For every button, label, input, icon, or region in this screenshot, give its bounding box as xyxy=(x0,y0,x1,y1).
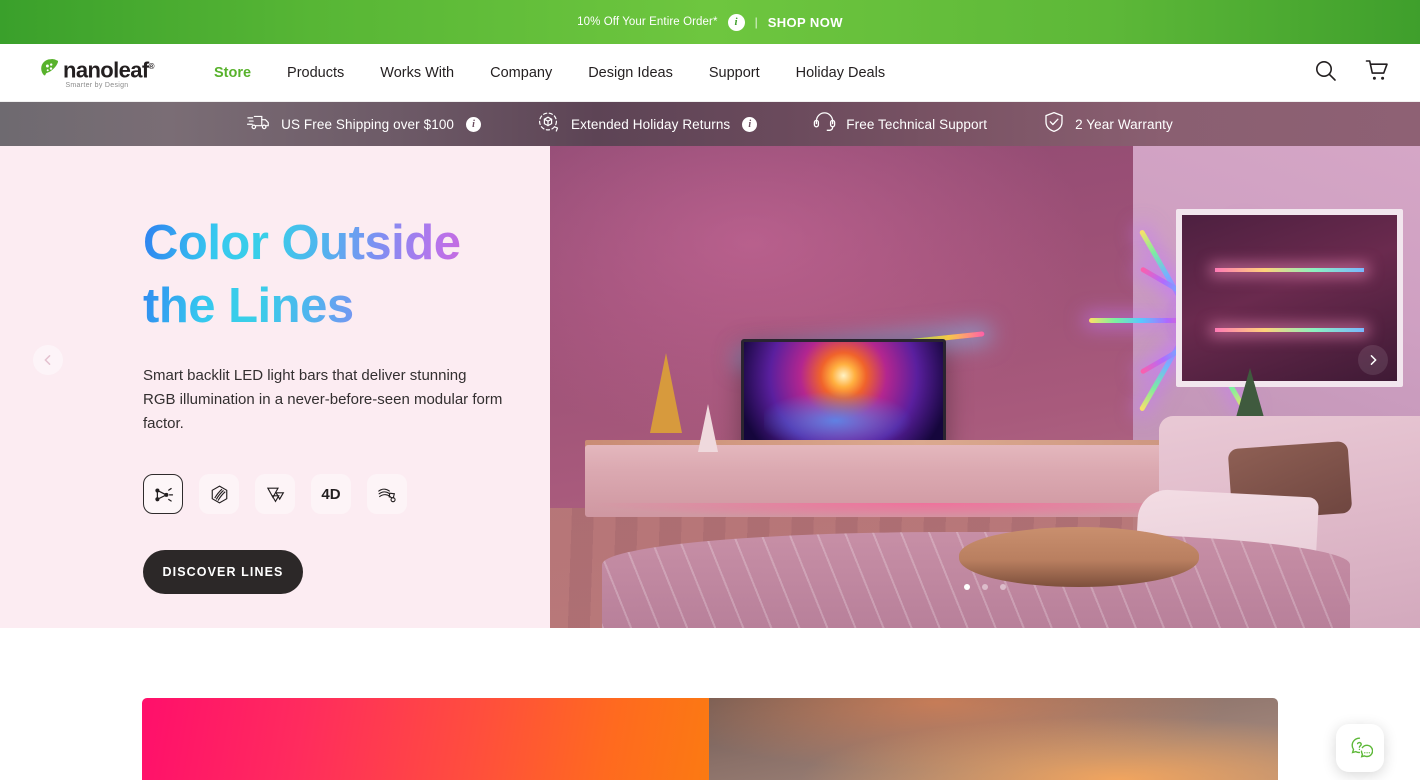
value-prop-bar: US Free Shipping over $100 i Extended Ho… xyxy=(0,102,1420,146)
info-icon[interactable]: i xyxy=(742,116,758,132)
promo-room-photo xyxy=(709,698,1278,780)
promo-banner: 10% Off Your Entire Order* i | SHOP NOW xyxy=(0,0,1420,44)
registered-mark: ® xyxy=(148,62,155,72)
nav-item-design-ideas[interactable]: Design Ideas xyxy=(570,65,691,81)
hero-carousel: Color Outside the Lines Smart backlit LED… xyxy=(0,146,1420,628)
product-icon-4d[interactable]: 4D xyxy=(311,474,351,514)
hero-content-panel: Color Outside the Lines Smart backlit LED… xyxy=(0,146,550,628)
carousel-dots xyxy=(550,584,1420,590)
nav-item-company[interactable]: Company xyxy=(472,65,570,81)
truck-icon xyxy=(247,112,271,137)
nav-item-support[interactable]: Support xyxy=(691,65,778,81)
main-nav: Store Products Works With Company Design… xyxy=(196,65,1314,81)
logo-wordmark: nanoleaf® xyxy=(63,57,155,83)
nanoleaf-logo[interactable]: nanoleaf® Smarter by Design xyxy=(40,56,155,89)
nav-item-store[interactable]: Store xyxy=(196,65,269,81)
help-chat-button[interactable] xyxy=(1336,724,1384,772)
discover-lines-button[interactable]: DISCOVER LINES xyxy=(143,550,303,594)
promo-banner-text: 10% Off Your Entire Order* xyxy=(577,16,718,28)
product-icon-shapes[interactable] xyxy=(255,474,295,514)
shield-check-icon xyxy=(1043,111,1065,138)
promo-section xyxy=(0,628,1420,780)
white-cone-decoration xyxy=(697,403,718,452)
value-prop-shipping-label: US Free Shipping over $100 xyxy=(281,116,455,132)
box-return-icon xyxy=(537,111,561,138)
logo-tagline: Smarter by Design xyxy=(65,81,129,89)
header-actions xyxy=(1314,59,1390,87)
hero-image xyxy=(550,146,1420,628)
gold-cone-decoration xyxy=(650,353,683,434)
carousel-dot-2[interactable] xyxy=(982,584,988,590)
headset-icon xyxy=(813,111,836,137)
nav-item-works-with[interactable]: Works With xyxy=(362,65,472,81)
hero-description: Smart backlit LED light bars that delive… xyxy=(143,367,503,432)
value-prop-warranty[interactable]: 2 Year Warranty xyxy=(1043,111,1173,138)
product-icon-lines[interactable] xyxy=(143,474,183,514)
product-icon-4d-label: 4D xyxy=(321,485,341,503)
search-icon[interactable] xyxy=(1314,59,1337,87)
info-icon[interactable]: i xyxy=(727,13,745,31)
value-prop-support-label: Free Technical Support xyxy=(846,116,988,132)
value-prop-returns[interactable]: Extended Holiday Returns i xyxy=(537,111,758,138)
carousel-dot-1[interactable] xyxy=(964,584,970,590)
value-prop-shipping[interactable]: US Free Shipping over $100 i xyxy=(247,112,482,137)
shop-now-link[interactable]: SHOP NOW xyxy=(768,15,843,30)
coffee-table xyxy=(958,526,1199,587)
hero-title-line2: the Lines xyxy=(143,279,354,333)
nav-item-products[interactable]: Products xyxy=(269,65,362,81)
cart-icon[interactable] xyxy=(1365,59,1390,87)
value-prop-returns-label: Extended Holiday Returns xyxy=(571,116,731,132)
promo-card[interactable] xyxy=(142,698,1278,780)
site-header: nanoleaf® Smarter by Design Store Produc… xyxy=(0,44,1420,102)
carousel-dot-3[interactable] xyxy=(1000,584,1006,590)
product-icon-elements[interactable] xyxy=(199,474,239,514)
promo-separator: | xyxy=(754,15,758,29)
nanoleaf-leaf-icon xyxy=(40,58,61,79)
hero-title-line1: Color Outside xyxy=(143,216,461,270)
carousel-next-button[interactable] xyxy=(1358,345,1388,375)
value-prop-support[interactable]: Free Technical Support xyxy=(813,111,987,137)
value-prop-warranty-label: 2 Year Warranty xyxy=(1075,116,1173,132)
hero-title: Color Outside the Lines xyxy=(143,212,503,338)
nav-item-holiday-deals[interactable]: Holiday Deals xyxy=(778,65,903,81)
product-icon-row: 4D xyxy=(143,474,550,514)
promo-gradient-panel xyxy=(142,698,709,780)
info-icon[interactable]: i xyxy=(466,116,482,132)
carousel-prev-button[interactable] xyxy=(33,345,63,375)
product-icon-light-strip[interactable] xyxy=(367,474,407,514)
